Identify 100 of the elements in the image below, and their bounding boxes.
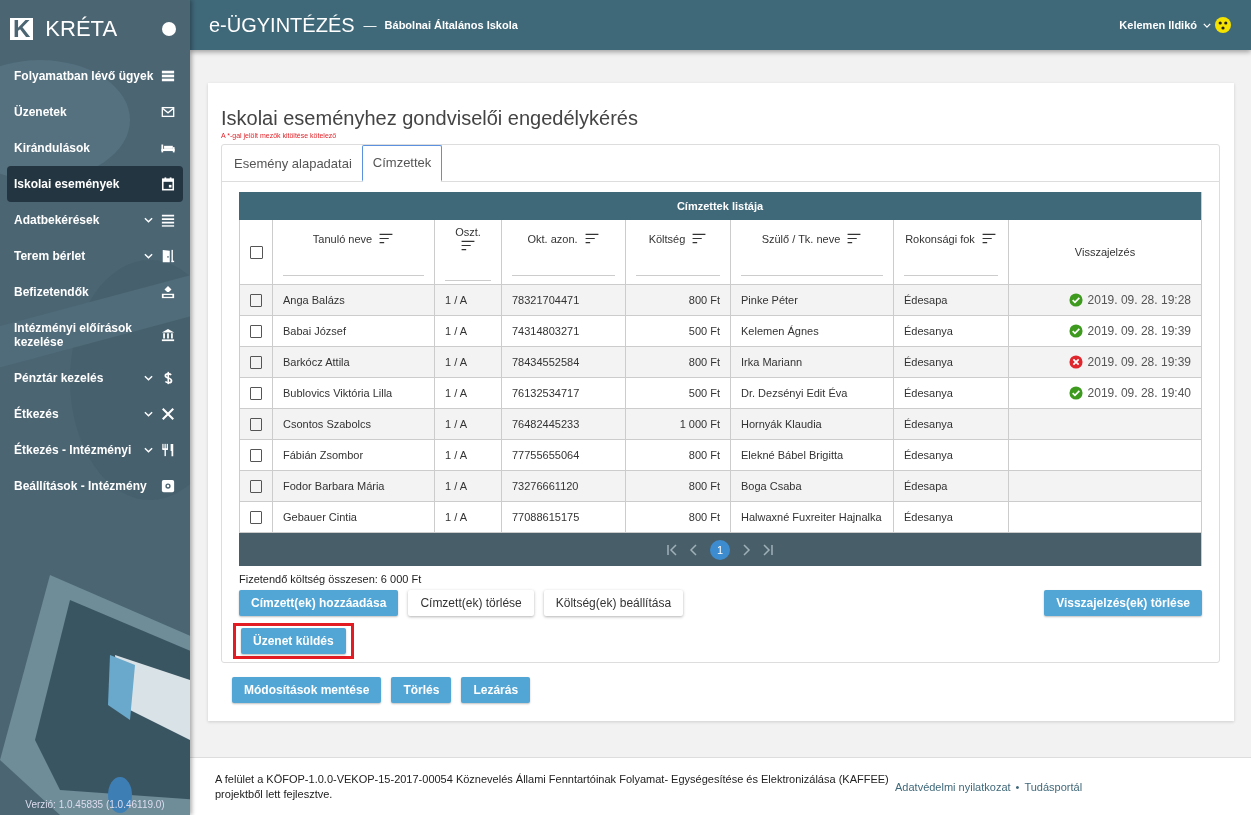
- table-cell: 1 / A: [445, 480, 468, 492]
- column-header[interactable]: Tanuló neve: [312, 228, 395, 249]
- sidebar-item[interactable]: Beállítások - Intézmény: [7, 468, 183, 504]
- column-header[interactable]: Rokonsági fok: [905, 228, 997, 249]
- link-separator: •: [1015, 780, 1020, 793]
- table-cell: Pinke Péter: [741, 294, 798, 306]
- list-icon: [161, 69, 175, 83]
- action-button[interactable]: Költség(ek) beállítása: [543, 590, 684, 616]
- column-header[interactable]: Költség: [648, 228, 708, 249]
- stamp-icon: [161, 285, 175, 299]
- tab[interactable]: Címzettek: [361, 145, 443, 182]
- tab[interactable]: Esemény alapadatai: [224, 145, 362, 182]
- table-cell: Boga Csaba: [741, 480, 802, 492]
- row-checkbox[interactable]: [250, 417, 262, 431]
- user-menu[interactable]: Kelemen Ildikó: [1119, 19, 1211, 31]
- table-cell: 2019. 09. 28. 19:39: [1087, 355, 1191, 369]
- accessibility-icon[interactable]: [1215, 17, 1231, 33]
- select-all-checkbox[interactable]: [249, 245, 263, 259]
- sidebar-item[interactable]: Iskolai események: [7, 166, 183, 202]
- table-cell: Babai József: [283, 325, 346, 337]
- table-cell: Édesanya: [904, 511, 953, 523]
- sort-icon: [691, 233, 708, 244]
- envelope-icon: [161, 105, 175, 119]
- column-header[interactable]: Oszt.: [455, 223, 481, 254]
- sidebar-item[interactable]: Pénztár kezelés: [7, 360, 183, 396]
- sidebar-item[interactable]: Étkezés - Intézményi: [7, 432, 183, 468]
- table-cell: 74314803271: [512, 325, 580, 337]
- lines-icon: [161, 213, 175, 227]
- table-cell: 78434552584: [512, 356, 580, 368]
- row-checkbox[interactable]: [250, 324, 262, 338]
- sidebar-item[interactable]: Intézményi előírások kezelése: [7, 310, 183, 360]
- table-cell: Édesanya: [904, 325, 953, 337]
- footer-link[interactable]: Tudásportál: [1024, 780, 1083, 793]
- sidebar-item[interactable]: Folyamatban lévő ügyek: [7, 58, 183, 94]
- first-page-icon[interactable]: [666, 543, 678, 556]
- table-cell: Hornyák Klaudia: [741, 418, 822, 430]
- column-header[interactable]: Szülő / Tk. neve: [761, 228, 863, 249]
- sidebar-item[interactable]: Adatbekérések: [7, 202, 183, 238]
- last-page-icon[interactable]: [762, 543, 774, 556]
- table-cell: Dr. Dezsényi Edit Éva: [741, 387, 848, 399]
- total-cost: Fizetendő költség összesen: 6 000 Ft: [239, 573, 423, 585]
- table-cell: Csontos Szabolcs: [283, 418, 372, 430]
- table-cell: 800 Ft: [688, 449, 720, 461]
- fork-knife-icon: [161, 443, 175, 457]
- row-checkbox[interactable]: [250, 355, 262, 369]
- row-checkbox[interactable]: [250, 479, 262, 493]
- action-button[interactable]: Címzett(ek) törlése: [408, 590, 534, 616]
- table-cell: 1 000 Ft: [679, 418, 720, 430]
- table-cell: 78321704471: [512, 294, 580, 306]
- sidebar-item[interactable]: Étkezés: [7, 396, 183, 432]
- table-cell: Édesanya: [904, 387, 953, 399]
- row-checkbox[interactable]: [250, 386, 262, 400]
- sidebar-item[interactable]: Üzenetek: [7, 94, 183, 130]
- table-cell: 77755655064: [512, 449, 580, 461]
- table-cell: Fábián Zsombor: [283, 449, 364, 461]
- sort-icon: [846, 233, 863, 244]
- row-checkbox[interactable]: [250, 510, 262, 524]
- table-cell: 800 Ft: [688, 356, 720, 368]
- previous-page-icon[interactable]: [688, 543, 700, 556]
- chevron-icon: [144, 447, 153, 453]
- table-cell: 500 Ft: [688, 325, 720, 337]
- logo-mark: K: [10, 18, 34, 40]
- sidebar-item[interactable]: Kirándulások: [7, 130, 183, 166]
- row-checkbox[interactable]: [250, 448, 262, 462]
- table-cell: Kelemen Ágnes: [741, 325, 819, 337]
- sidebar-item[interactable]: Terem bérlet: [7, 238, 183, 274]
- chevron-icon: [144, 253, 153, 259]
- table-cell: 1 / A: [445, 449, 468, 461]
- table-cell: 2019. 09. 28. 19:28: [1087, 293, 1191, 307]
- sort-icon: [980, 233, 997, 244]
- table-cell: Édesanya: [904, 418, 953, 430]
- table-cell: 800 Ft: [688, 480, 720, 492]
- title-separator: —: [363, 17, 377, 33]
- table-cell: 1 / A: [445, 294, 468, 306]
- table-cell: 1 / A: [445, 356, 468, 368]
- table-cell: 2019. 09. 28. 19:39: [1087, 324, 1191, 338]
- page-number[interactable]: 1: [710, 539, 730, 560]
- footer-text: A felület a KÖFOP-1.0.0-VEKOP-15-2017-00054 Köznevelés Állami Fenntartóinak Folyamat- Egységesítése és Elektronizálása (KAFFEE) projektből lett fejlesztve.: [215, 771, 890, 802]
- column-header[interactable]: Okt. azon.: [527, 228, 600, 249]
- table-cell: Elekné Bábel Brigitta: [741, 449, 844, 461]
- sort-icon: [460, 240, 476, 251]
- table-cell: 77088615175: [512, 511, 580, 523]
- app-title: e-ÜGYINTÉZÉS: [209, 13, 355, 37]
- table-cell: 1 / A: [445, 325, 468, 337]
- table-cell: 1 / A: [445, 387, 468, 399]
- table-cell: 76132534717: [512, 387, 580, 399]
- sort-icon: [378, 233, 395, 244]
- table-cell: 1 / A: [445, 511, 468, 523]
- row-checkbox[interactable]: [250, 293, 262, 307]
- chevron-icon: [144, 217, 153, 223]
- chevron-icon: [144, 375, 153, 381]
- version-label: Verzió: 1.0.45835 (1.0.46119.0): [24, 799, 166, 812]
- page-title: Iskolai eseményhez gondviselői engedélykérés: [221, 107, 639, 130]
- table-cell: 76482445233: [512, 418, 580, 430]
- next-page-icon[interactable]: [740, 543, 752, 556]
- sidebar-item[interactable]: Befizetendők: [7, 274, 183, 310]
- footer-link[interactable]: Adatvédelmi nyilatkozat: [895, 780, 1011, 793]
- door-icon: [161, 249, 175, 263]
- chevron-icon: [144, 411, 153, 417]
- column-header[interactable]: Visszajelzés: [1074, 242, 1136, 262]
